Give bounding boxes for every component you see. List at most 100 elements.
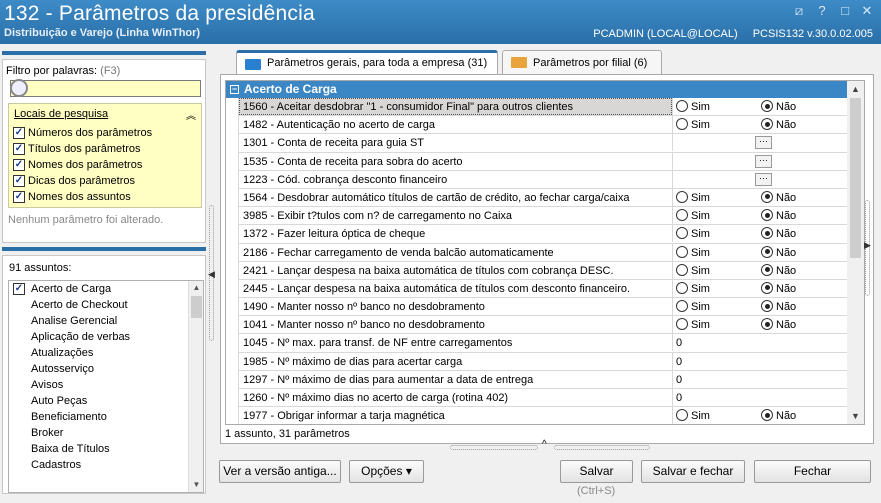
radio-option-yes[interactable]: Sim [676, 262, 761, 280]
param-row[interactable]: 1560 - Aceitar desdobrar "1 - consumidor… [238, 98, 849, 117]
param-row[interactable]: 1482 - Autenticação no acerto de carga Si… [238, 116, 849, 135]
save-button[interactable]: Salvar [560, 460, 633, 483]
param-value[interactable]: 0 [672, 334, 849, 352]
checkbox-icon[interactable]: ✓ [13, 158, 25, 171]
radio-option-no[interactable]: Não [761, 262, 846, 280]
subject-item[interactable]: Auto Peças [9, 393, 203, 409]
chevron-left-icon[interactable]: ◀ [208, 269, 215, 280]
param-row[interactable]: 1045 - Nº max. para transf. de NF entre … [238, 334, 849, 353]
param-value[interactable]: Sim Não [672, 298, 849, 316]
param-value[interactable]: 0 [672, 352, 849, 370]
radio-option-no[interactable]: Não [761, 316, 846, 334]
lookup-ellipsis-icon[interactable]: ··· [755, 172, 772, 186]
splitter-grip[interactable] [554, 445, 650, 450]
subject-item[interactable]: Atualizações [9, 345, 203, 361]
radio-icon[interactable] [761, 263, 773, 276]
param-value[interactable]: Sim Não [672, 207, 849, 225]
subject-item[interactable]: ✓ Acerto de Carga [9, 281, 203, 297]
scroll-down-icon[interactable]: ▼ [189, 478, 203, 492]
restore-icon[interactable]: ⧄ [792, 4, 806, 18]
param-row[interactable]: 1490 - Manter nosso nº banco no desdobra… [238, 298, 849, 317]
param-row[interactable]: 3985 - Exibir t?tulos com n? de carregam… [238, 207, 849, 226]
subject-item[interactable]: Analise Gerencial [9, 313, 203, 329]
group-header[interactable]: − Acerto de Carga [226, 81, 848, 98]
param-row[interactable]: 2186 - Fechar carregamento de venda balc… [238, 243, 849, 262]
radio-icon[interactable] [761, 281, 773, 294]
radio-icon[interactable] [676, 100, 688, 112]
subject-item[interactable]: Baixa de Títulos [9, 441, 203, 457]
scroll-up-icon[interactable]: ▲ [189, 281, 203, 295]
radio-icon[interactable] [761, 409, 773, 422]
param-value[interactable]: Sim Não [672, 279, 849, 298]
radio-icon[interactable] [676, 409, 688, 422]
radio-icon[interactable] [676, 227, 688, 240]
checkbox-icon[interactable]: ✓ [13, 283, 25, 295]
param-value[interactable]: Sim Não [672, 407, 849, 424]
tab-branch-params[interactable]: Parâmetros por filial (6) [502, 50, 662, 74]
filter-input[interactable] [10, 80, 201, 97]
maximize-icon[interactable]: □ [838, 4, 852, 18]
radio-option-no[interactable]: Não [761, 298, 846, 316]
radio-icon[interactable] [676, 118, 688, 131]
number-value[interactable]: 0 [676, 337, 682, 349]
chevron-right-icon[interactable]: ▶ [864, 240, 871, 251]
lookup-ellipsis-icon[interactable]: ··· [755, 154, 772, 168]
radio-icon[interactable] [676, 318, 688, 331]
radio-option-yes[interactable]: Sim [676, 244, 761, 262]
param-row[interactable]: 1260 - Nº máximo dias no acerto de carga… [238, 389, 849, 408]
close-button[interactable]: Fechar [754, 460, 871, 483]
param-value[interactable]: Sim Não [672, 116, 849, 134]
location-option-numbers[interactable]: ✓ Números dos parâmetros [13, 125, 152, 140]
param-row[interactable]: 1223 - Cód. cobrança desconto financeiro… [238, 170, 849, 189]
subjects-list[interactable]: ✓ Acerto de Carga Acerto de Checkout Anal… [8, 280, 204, 493]
radio-icon[interactable] [676, 209, 688, 222]
param-value[interactable]: Sim Não [672, 243, 849, 262]
save-close-button[interactable]: Salvar e fechar [641, 460, 745, 483]
location-option-titles[interactable]: ✓ Títulos dos parâmetros [13, 141, 141, 156]
param-row[interactable]: 1564 - Desdobrar automático títulos de c… [238, 188, 848, 208]
subject-item[interactable]: Autosserviço [9, 361, 203, 377]
checkbox-icon[interactable]: ✓ [13, 142, 25, 155]
radio-option-no[interactable]: Não [761, 280, 846, 298]
radio-option-yes[interactable]: Sim [676, 207, 761, 225]
grid-scrollbar[interactable]: ▲ ▼ [847, 81, 864, 424]
param-row[interactable]: 2421 - Lançar despesa na baixa automátic… [238, 261, 848, 280]
left-splitter[interactable]: ◀ [208, 205, 216, 345]
radio-option-no[interactable]: Não [761, 225, 846, 243]
param-row[interactable]: 2445 - Lançar despesa na baixa automátic… [238, 279, 849, 299]
param-value[interactable]: Sim Não [672, 225, 849, 243]
collapse-icon[interactable]: ︽ [186, 107, 196, 122]
param-row[interactable]: 1297 - Nº máximo de dias para aumentar a… [238, 370, 848, 389]
lookup-ellipsis-icon[interactable]: ··· [755, 136, 772, 150]
radio-icon[interactable] [676, 263, 688, 276]
radio-icon[interactable] [676, 245, 688, 258]
radio-option-yes[interactable]: Sim [676, 189, 761, 207]
subject-item[interactable]: Acerto de Checkout [9, 297, 203, 313]
checkbox-icon[interactable]: ✓ [13, 190, 25, 203]
radio-icon[interactable] [761, 209, 773, 222]
radio-icon[interactable] [676, 300, 688, 313]
param-value[interactable]: ··· [672, 170, 849, 188]
bottom-splitter[interactable]: ^ [450, 439, 650, 452]
radio-icon[interactable] [761, 227, 773, 240]
param-row[interactable]: 1535 - Conta de receita para sobra do ac… [238, 152, 849, 171]
param-value[interactable]: Sim Não [672, 98, 849, 115]
radio-icon[interactable] [761, 118, 773, 131]
radio-option-no[interactable]: Não [761, 116, 846, 134]
options-button[interactable]: Opções ▾ [349, 460, 424, 483]
subject-item[interactable]: Broker [9, 425, 203, 441]
checkbox-icon[interactable]: ✓ [13, 174, 25, 187]
radio-icon[interactable] [761, 100, 773, 112]
radio-icon[interactable] [761, 300, 773, 313]
scroll-down-icon[interactable]: ▼ [847, 408, 864, 424]
radio-icon[interactable] [761, 245, 773, 258]
subject-item[interactable]: Cadastros [9, 457, 203, 473]
right-splitter[interactable]: ▶ [864, 200, 872, 300]
param-value[interactable]: 0 [672, 389, 849, 406]
subjects-scrollbar[interactable]: ▲ ▼ [188, 281, 203, 492]
param-value[interactable]: ··· [672, 152, 849, 170]
param-value[interactable]: ··· [672, 134, 849, 152]
radio-option-yes[interactable]: Sim [676, 298, 761, 316]
old-version-button[interactable]: Ver a versão antiga... [219, 460, 341, 483]
number-value[interactable]: 0 [676, 356, 682, 368]
